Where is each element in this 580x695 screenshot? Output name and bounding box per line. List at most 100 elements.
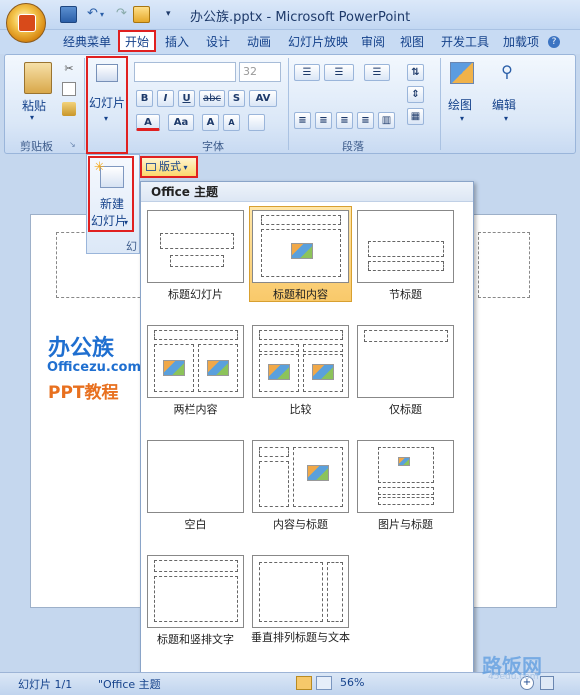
new-slide-dropdown-icon[interactable]: ▾ xyxy=(124,218,128,227)
clear-format-icon[interactable] xyxy=(248,114,265,131)
layout-label: 两栏内容 xyxy=(173,403,218,416)
drawing-button[interactable]: 绘图 xyxy=(448,96,472,113)
font-color-button[interactable]: A xyxy=(136,114,160,131)
editing-button[interactable]: 编辑 xyxy=(492,96,516,113)
font-size-combo[interactable]: 32 xyxy=(239,62,281,82)
layout-label: 比较 xyxy=(289,403,312,416)
slide-count-status: 幻灯片 1/1 xyxy=(18,678,73,691)
theme-status: "Office 主题 xyxy=(98,678,161,691)
layout-picture-caption[interactable] xyxy=(357,440,454,513)
layout-title-vertical-text[interactable] xyxy=(147,555,244,628)
smartart-icon[interactable]: ▦ xyxy=(407,108,424,125)
numbering-icon[interactable]: ☰ xyxy=(324,64,354,81)
open-folder-icon[interactable] xyxy=(133,6,150,23)
strikethrough-button[interactable]: abc xyxy=(199,90,225,107)
char-spacing-button[interactable]: AV xyxy=(249,90,277,107)
underline-button[interactable]: U xyxy=(178,90,195,107)
layout-label: 仅标题 xyxy=(389,403,422,416)
layout-section-header[interactable] xyxy=(357,210,454,283)
layout-label: 垂直排列标题与文本 xyxy=(251,631,350,644)
tab-classic-menu[interactable]: 经典菜单 xyxy=(58,32,116,54)
brand-logo-text: 办公族 xyxy=(48,336,115,361)
new-sparkle-icon: ✳ xyxy=(94,160,105,175)
normal-view-icon[interactable] xyxy=(296,676,312,690)
layout-button[interactable]: 版式 ▾ xyxy=(140,156,198,178)
undo-icon[interactable]: ↶ xyxy=(84,6,101,23)
layout-title-only[interactable] xyxy=(357,325,454,398)
redo-icon[interactable]: ↷ xyxy=(113,6,130,23)
bold-button[interactable]: B xyxy=(136,90,153,107)
brand-url-text: Officezu.com xyxy=(47,360,142,375)
shrink-font-button[interactable]: A xyxy=(223,114,240,131)
new-slide-label-2[interactable]: 幻灯片 xyxy=(91,212,127,229)
slides-dropdown-icon[interactable]: ▾ xyxy=(104,114,108,123)
tab-addins[interactable]: 加载项 xyxy=(498,32,544,54)
format-painter-icon[interactable] xyxy=(62,102,76,116)
tab-design[interactable]: 设计 xyxy=(201,32,235,54)
grow-font-button[interactable]: A xyxy=(202,114,219,131)
columns-icon[interactable]: ▥ xyxy=(378,112,395,129)
paste-button[interactable]: 粘贴 xyxy=(22,97,46,114)
layout-two-content[interactable] xyxy=(147,325,244,398)
new-slide-label-1[interactable]: 新建 xyxy=(100,195,124,212)
clipboard-launcher-icon[interactable]: ↘ xyxy=(69,140,76,149)
align-left-icon[interactable]: ≡ xyxy=(294,112,311,129)
layout-title-content[interactable] xyxy=(252,210,349,283)
align-center-icon[interactable]: ≡ xyxy=(315,112,332,129)
drawing-icon[interactable] xyxy=(450,62,474,84)
font-group-label: 字体 xyxy=(202,140,224,153)
tab-developer[interactable]: 开发工具 xyxy=(436,32,494,54)
layout-content-caption[interactable] xyxy=(252,440,349,513)
change-case-button[interactable]: Aa xyxy=(168,114,194,131)
group-separator xyxy=(84,58,85,150)
layout-icon xyxy=(146,163,156,171)
text-direction-icon[interactable]: ⇅ xyxy=(407,64,424,81)
layout-comparison[interactable] xyxy=(252,325,349,398)
gallery-header: Office 主题 xyxy=(141,182,473,202)
help-icon[interactable]: ? xyxy=(548,36,560,48)
tab-view[interactable]: 视图 xyxy=(395,32,429,54)
bullets-icon[interactable]: ☰ xyxy=(294,64,320,81)
align-text-icon[interactable]: ⇕ xyxy=(407,86,424,103)
layout-blank[interactable] xyxy=(147,440,244,513)
clipboard-group-label: 剪贴板 xyxy=(20,140,53,153)
tab-insert[interactable]: 插入 xyxy=(160,32,194,54)
layout-label: 版式 xyxy=(159,160,181,173)
line-spacing-icon[interactable]: ☰ xyxy=(364,64,390,81)
align-right-icon[interactable]: ≡ xyxy=(336,112,353,129)
layout-label: 内容与标题 xyxy=(273,518,328,531)
window-title: 办公族.pptx - Microsoft PowerPoint xyxy=(190,10,411,25)
paste-icon[interactable] xyxy=(24,62,52,94)
title-placeholder-right[interactable] xyxy=(478,232,530,298)
slide-sorter-icon[interactable] xyxy=(316,676,332,690)
slides-button[interactable]: 幻灯片 xyxy=(89,94,125,111)
fit-window-icon[interactable] xyxy=(540,676,554,690)
customize-qat-icon[interactable]: ▾ xyxy=(166,6,183,23)
italic-button[interactable]: I xyxy=(157,90,174,107)
save-icon[interactable] xyxy=(60,6,77,23)
find-binoculars-icon[interactable]: ⚲ xyxy=(496,62,518,84)
office-button[interactable] xyxy=(6,3,46,43)
shadow-button[interactable]: S xyxy=(228,90,245,107)
paste-dropdown-icon[interactable]: ▾ xyxy=(30,113,34,122)
layout-label: 节标题 xyxy=(389,288,422,301)
layout-gallery: Office 主题 标题幻灯片 标题和内容 节标题 两栏内容 比较 仅标题 空白… xyxy=(140,181,474,687)
tab-review[interactable]: 审阅 xyxy=(356,32,390,54)
cut-icon[interactable]: ✂ xyxy=(62,62,76,76)
drawing-dropdown-icon[interactable]: ▾ xyxy=(460,114,464,123)
editing-dropdown-icon[interactable]: ▾ xyxy=(504,114,508,123)
font-name-combo[interactable] xyxy=(134,62,236,82)
paragraph-group-label: 段落 xyxy=(342,140,364,153)
brand-tagline-text: PPT教程 xyxy=(48,383,119,403)
layout-title-slide[interactable] xyxy=(147,210,244,283)
tab-home[interactable]: 开始 xyxy=(118,30,157,52)
layout-vertical-title-text[interactable] xyxy=(252,555,349,628)
tab-slideshow[interactable]: 幻灯片放映 xyxy=(283,32,353,54)
layout-label: 图片与标题 xyxy=(378,518,433,531)
zoom-level[interactable]: 56% xyxy=(340,676,364,689)
tab-animation[interactable]: 动画 xyxy=(242,32,276,54)
office-logo-icon xyxy=(18,14,36,32)
copy-icon[interactable] xyxy=(62,82,76,96)
layout-dropdown-icon: ▾ xyxy=(181,163,188,172)
justify-icon[interactable]: ≡ xyxy=(357,112,374,129)
